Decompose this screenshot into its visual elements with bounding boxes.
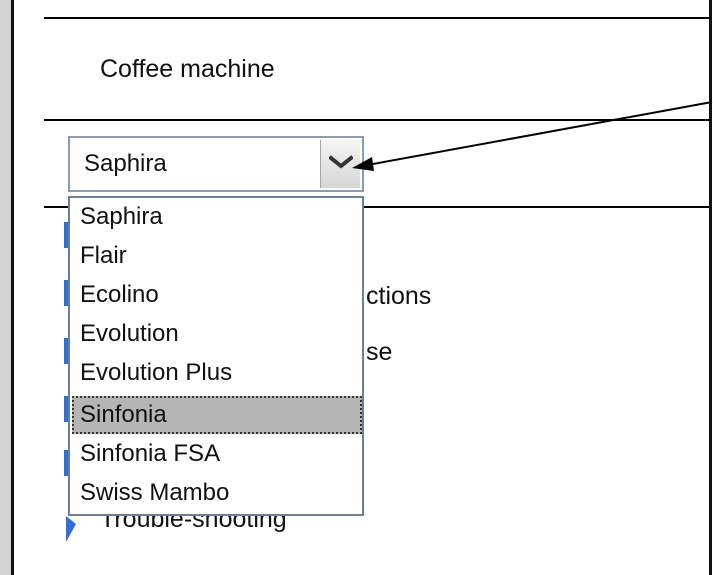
option-swiss-mambo[interactable]: Swiss Mambo — [72, 474, 362, 512]
option-evolution-plus[interactable]: Evolution Plus — [72, 354, 362, 392]
dropdown-list[interactable]: Saphira Flair Ecolino Evolution Evolutio… — [68, 196, 364, 516]
instructions-link[interactable]: ctions — [366, 282, 431, 311]
option-saphira[interactable]: Saphira — [72, 198, 362, 236]
window-frame-left-border — [11, 0, 14, 575]
option-flair[interactable]: Flair — [72, 237, 362, 275]
bullet-arrow-icon — [66, 516, 76, 542]
section-title: Coffee machine — [100, 55, 275, 83]
option-sinfonia[interactable]: Sinfonia — [72, 396, 362, 434]
top-divider — [44, 17, 709, 19]
option-ecolino[interactable]: Ecolino — [72, 276, 362, 314]
window-frame-left — [0, 0, 11, 575]
coffee-machine-select[interactable]: Saphira — [68, 136, 364, 192]
use-link[interactable]: se — [366, 338, 392, 367]
option-evolution[interactable]: Evolution — [72, 315, 362, 353]
chevron-down-icon — [329, 155, 353, 169]
section-divider — [44, 119, 709, 121]
dropdown-button[interactable] — [320, 140, 360, 188]
option-sinfonia-fsa[interactable]: Sinfonia FSA — [72, 435, 362, 473]
window-frame-right-border — [709, 0, 712, 575]
combo-value: Saphira — [84, 150, 167, 177]
